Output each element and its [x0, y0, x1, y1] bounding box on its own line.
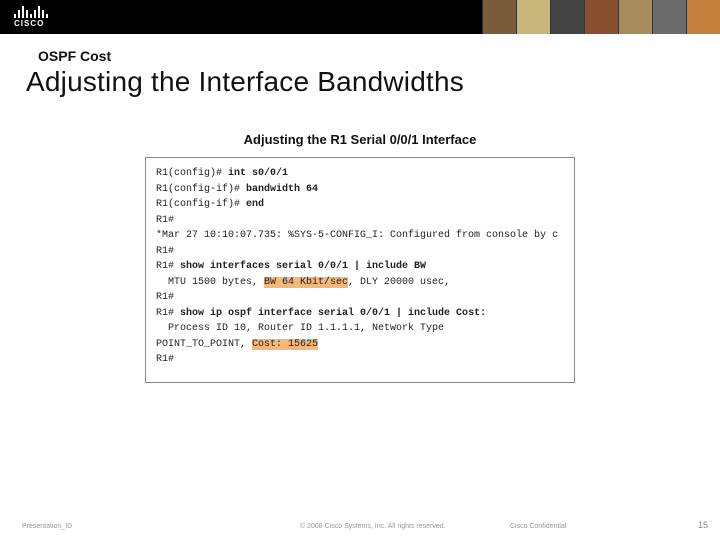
out: POINT_TO_POINT, [156, 339, 252, 350]
prompt: R1(config)# [156, 168, 228, 179]
top-bar: CISCO [0, 0, 720, 34]
logo-text: CISCO [14, 19, 44, 28]
highlight-bw: BW 64 Kbit/sec [264, 277, 348, 288]
cisco-logo: CISCO [0, 6, 48, 28]
terminal-output: R1(config)# int s0/0/1 R1(config-if)# ba… [145, 157, 575, 383]
line: R1# [156, 352, 564, 368]
figure: Adjusting the R1 Serial 0/0/1 Interface … [145, 132, 575, 383]
presentation-id: Presentation_ID [0, 523, 300, 530]
slide-subtitle: OSPF Cost [0, 34, 720, 66]
slide-title: Adjusting the Interface Bandwidths [0, 66, 720, 98]
prompt: R1# [156, 308, 180, 319]
line: R1# [156, 213, 564, 229]
line: R1# [156, 244, 564, 260]
cmd: bandwidth 64 [246, 184, 318, 195]
prompt: R1(config-if)# [156, 184, 246, 195]
out: MTU 1500 bytes, [156, 277, 264, 288]
cmd: int s0/0/1 [228, 168, 288, 179]
figure-title: Adjusting the R1 Serial 0/0/1 Interface [145, 132, 575, 147]
line: R1# [156, 290, 564, 306]
cmd: show ip ospf interface serial 0/0/1 | in… [180, 308, 486, 319]
line: Process ID 10, Router ID 1.1.1.1, Networ… [156, 321, 564, 337]
prompt: R1# [156, 261, 180, 272]
copyright: © 2008 Cisco Systems, Inc. All rights re… [300, 523, 510, 530]
out: , DLY 20000 usec, [348, 277, 450, 288]
confidential-label: Cisco Confidential [510, 523, 630, 530]
prompt: R1(config-if)# [156, 199, 246, 210]
header-people-strip [482, 0, 720, 34]
page-number: 15 [698, 520, 708, 530]
cmd: show interfaces serial 0/0/1 | include B… [180, 261, 426, 272]
cmd: end [246, 199, 264, 210]
logo-bars-icon [14, 6, 48, 18]
line: *Mar 27 10:10:07.735: %SYS-5-CONFIG_I: C… [156, 228, 564, 244]
highlight-cost: Cost: 15625 [252, 339, 318, 350]
footer: Presentation_ID © 2008 Cisco Systems, In… [0, 523, 720, 530]
